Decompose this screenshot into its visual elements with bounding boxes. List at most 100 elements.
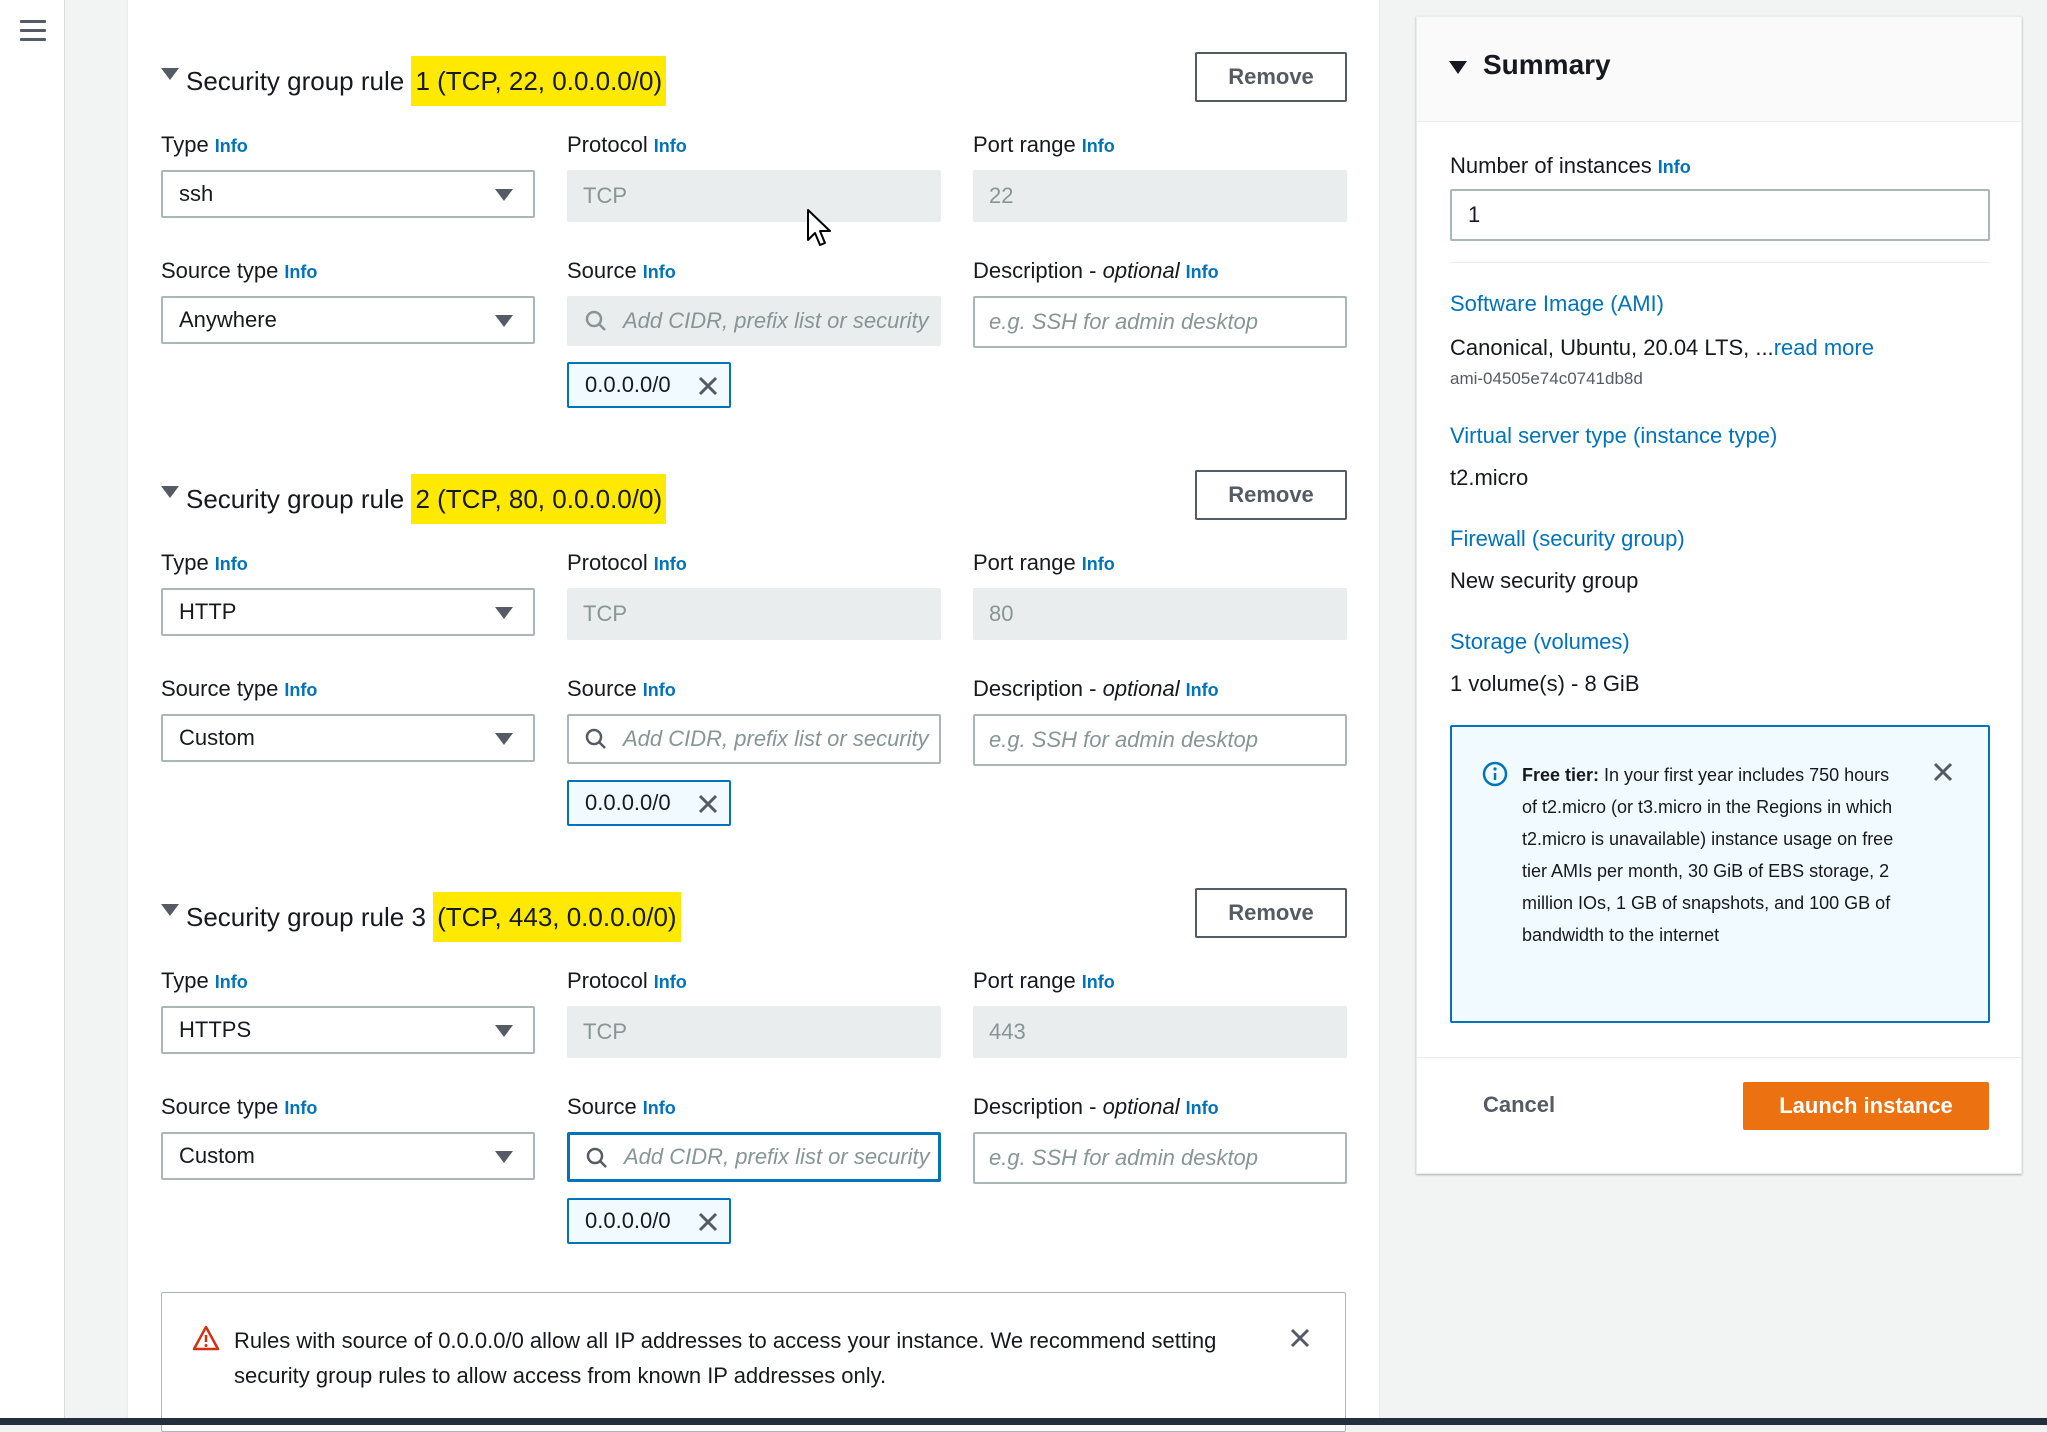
cidr-token: 0.0.0.0/0 xyxy=(567,1198,731,1244)
description-input[interactable]: e.g. SSH for admin desktop xyxy=(973,296,1347,348)
search-icon xyxy=(586,1147,607,1168)
info-link[interactable]: Info xyxy=(643,680,676,700)
caret-down-icon[interactable] xyxy=(1449,61,1467,74)
description-input[interactable]: e.g. SSH for admin desktop xyxy=(973,714,1347,766)
rule-header[interactable]: Security group rule 2 (TCP, 80, 0.0.0.0/… xyxy=(161,470,1381,524)
info-link[interactable]: Info xyxy=(1082,136,1115,156)
info-link[interactable]: Info xyxy=(1186,680,1219,700)
remove-rule-button[interactable]: Remove xyxy=(1195,470,1347,520)
type-select[interactable]: HTTP xyxy=(161,588,535,636)
port-range-field: Port range Info 80 xyxy=(973,550,1347,640)
caret-down-icon xyxy=(495,1151,513,1163)
summary-footer: Cancel Launch instance xyxy=(1417,1057,2021,1174)
type-select[interactable]: HTTPS xyxy=(161,1006,535,1054)
summary-header[interactable]: Summary xyxy=(1417,17,2021,122)
type-field: Type Info HTTP xyxy=(161,550,535,636)
source-type-select[interactable]: Custom xyxy=(161,1132,535,1180)
source-field: Source Info Add CIDR, prefix list or secu… xyxy=(567,1094,941,1244)
info-link[interactable]: Info xyxy=(654,554,687,574)
info-link[interactable]: Info xyxy=(654,972,687,992)
info-link[interactable]: Info xyxy=(215,972,248,992)
caret-down-icon[interactable] xyxy=(161,486,179,498)
protocol-input: TCP xyxy=(567,1006,941,1058)
description-field: Description - optional Info e.g. SSH for … xyxy=(973,676,1347,766)
free-tier-text: Free tier: In your first year includes 7… xyxy=(1522,765,1894,945)
port-range-field: Port range Info 443 xyxy=(973,968,1347,1058)
protocol-input: TCP xyxy=(567,170,941,222)
caret-down-icon[interactable] xyxy=(161,68,179,80)
instance-type-link[interactable]: Virtual server type (instance type) xyxy=(1450,423,1777,449)
close-icon[interactable] xyxy=(697,793,719,815)
port-range-field: Port range Info 22 xyxy=(973,132,1347,222)
source-field: Source Info Add CIDR, prefix list or secu… xyxy=(567,258,941,408)
description-input[interactable]: e.g. SSH for admin desktop xyxy=(973,1132,1347,1184)
info-link[interactable]: Info xyxy=(1186,262,1219,282)
info-link[interactable]: Info xyxy=(284,1098,317,1118)
highlighted-rule-summary: 1 (TCP, 22, 0.0.0.0/0) xyxy=(411,56,667,106)
security-group-rules-panel: Security group rule 1 (TCP, 22, 0.0.0.0/… xyxy=(127,0,1381,1432)
protocol-field: Protocol Info TCP xyxy=(567,550,941,640)
type-field: Type Info HTTPS xyxy=(161,968,535,1054)
ami-link[interactable]: Software Image (AMI) xyxy=(1450,291,1664,317)
info-link[interactable]: Info xyxy=(215,554,248,574)
firewall-value: New security group xyxy=(1450,568,1639,593)
description-field: Description - optional Info e.g. SSH for … xyxy=(973,258,1347,348)
highlighted-rule-summary: (TCP, 443, 0.0.0.0/0) xyxy=(433,892,681,942)
source-search-input[interactable]: Add CIDR, prefix list or security xyxy=(567,1132,941,1182)
cidr-token: 0.0.0.0/0 xyxy=(567,362,731,408)
info-link[interactable]: Info xyxy=(1186,1098,1219,1118)
close-icon[interactable] xyxy=(1289,1327,1311,1349)
source-type-field: Source type Info Custom xyxy=(161,676,535,762)
type-select[interactable]: ssh xyxy=(161,170,535,218)
side-navigation-strip xyxy=(0,0,65,1418)
remove-rule-button[interactable]: Remove xyxy=(1195,52,1347,102)
info-link[interactable]: Info xyxy=(1082,554,1115,574)
summary-panel: Summary Number of instances Info 1 Softwa… xyxy=(1416,16,2022,1174)
info-link[interactable]: Info xyxy=(284,262,317,282)
caret-down-icon xyxy=(495,1025,513,1037)
instances-label: Number of instances Info xyxy=(1450,153,1691,178)
info-link[interactable]: Info xyxy=(1658,157,1691,177)
close-icon[interactable] xyxy=(697,1211,719,1233)
source-search-input: Add CIDR, prefix list or security xyxy=(567,296,941,346)
caret-down-icon xyxy=(495,189,513,201)
menu-icon[interactable] xyxy=(20,20,46,42)
rule-title: Security group rule 3 (TCP, 443, 0.0.0.0… xyxy=(186,892,681,942)
info-link[interactable]: Info xyxy=(215,136,248,156)
read-more-link[interactable]: read more xyxy=(1774,335,1874,360)
remove-rule-button[interactable]: Remove xyxy=(1195,888,1347,938)
cancel-button[interactable]: Cancel xyxy=(1483,1092,1555,1118)
source-type-select[interactable]: Anywhere xyxy=(161,296,535,344)
highlighted-rule-summary: 2 (TCP, 80, 0.0.0.0/0) xyxy=(411,474,667,524)
open-source-warning-alert: Rules with source of 0.0.0.0/0 allow all… xyxy=(161,1292,1346,1432)
launch-instance-button[interactable]: Launch instance xyxy=(1743,1082,1989,1130)
storage-value: 1 volume(s) - 8 GiB xyxy=(1450,671,1640,696)
rule-header[interactable]: Security group rule 1 (TCP, 22, 0.0.0.0/… xyxy=(161,52,1381,106)
storage-link[interactable]: Storage (volumes) xyxy=(1450,629,1630,655)
description-field: Description - optional Info e.g. SSH for … xyxy=(973,1094,1347,1184)
info-link[interactable]: Info xyxy=(643,262,676,282)
protocol-input: TCP xyxy=(567,588,941,640)
number-of-instances-input[interactable]: 1 xyxy=(1450,189,1990,241)
info-link[interactable]: Info xyxy=(654,136,687,156)
info-link[interactable]: Info xyxy=(643,1098,676,1118)
info-link[interactable]: Info xyxy=(284,680,317,700)
ami-id: ami-04505e74c0741db8d xyxy=(1450,369,1643,388)
close-icon[interactable] xyxy=(1932,761,1954,783)
info-icon xyxy=(1482,761,1508,787)
mouse-cursor-icon xyxy=(807,209,831,246)
firewall-link[interactable]: Firewall (security group) xyxy=(1450,526,1685,552)
search-icon xyxy=(585,310,606,331)
source-search-input[interactable]: Add CIDR, prefix list or security xyxy=(567,714,941,764)
info-link[interactable]: Info xyxy=(1082,972,1115,992)
close-icon[interactable] xyxy=(697,375,719,397)
caret-down-icon[interactable] xyxy=(161,904,179,916)
warning-message: Rules with source of 0.0.0.0/0 allow all… xyxy=(234,1328,1217,1388)
port-range-input: 443 xyxy=(973,1006,1347,1058)
cidr-token: 0.0.0.0/0 xyxy=(567,780,731,826)
type-field: Type Info ssh xyxy=(161,132,535,218)
port-range-input: 22 xyxy=(973,170,1347,222)
source-type-select[interactable]: Custom xyxy=(161,714,535,762)
warning-icon xyxy=(192,1325,220,1351)
rule-header[interactable]: Security group rule 3 (TCP, 443, 0.0.0.0… xyxy=(161,888,1381,942)
